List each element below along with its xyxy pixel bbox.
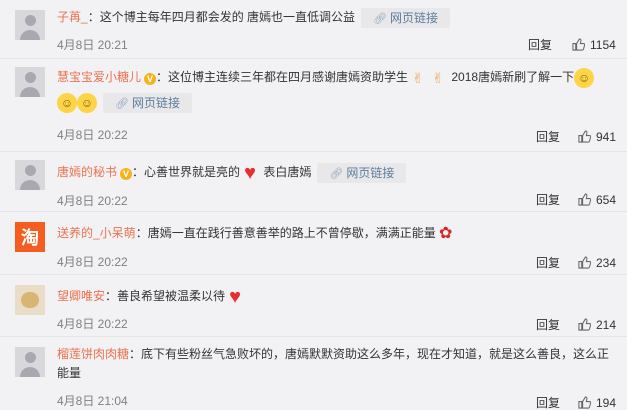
- comment-body-extra: 能量: [57, 366, 82, 380]
- web-link-label: 网页链接: [346, 165, 395, 180]
- heart-emoji: ♥︎: [229, 285, 241, 308]
- username-link[interactable]: 望卿唯安: [57, 289, 105, 303]
- web-link-label: 网页链接: [390, 10, 439, 25]
- avatar[interactable]: [15, 10, 45, 40]
- thumbs-up-icon[interactable]: [572, 38, 585, 51]
- comment-item: 子苒_：这个博主每年四月都会发的 唐嫣也一直低调公益 🔗︎ 网页链接 4月8日 20…: [0, 0, 627, 60]
- reply-button[interactable]: 回复: [536, 256, 560, 270]
- like-count[interactable]: 941: [596, 130, 616, 144]
- comment-text: 送养的_小呆萌：唐嫣一直在践行善意善举的路上不曾停歇，满满正能量 ✿︎: [57, 222, 617, 244]
- comment-date: 4月8日 20:22: [57, 128, 128, 142]
- link-icon: 🔗︎: [329, 167, 344, 180]
- comment-item: 榴莲饼肉肉糖：底下有些粉丝气急败坏的，唐嫣默默资助这么多年，现在才知道，就是这么…: [0, 337, 627, 410]
- web-link-button[interactable]: 🔗︎ 网页链接: [103, 92, 192, 113]
- comment-text: 慧宝宝爱小糖儿 V ：这位博主连续三年都在四月感谢唐嫣资助学生 ✌︎ ✌︎ 2018唐嫣…: [57, 66, 617, 88]
- grin-emoji: ☺︎: [57, 92, 77, 113]
- link-icon: 🔗︎: [373, 12, 387, 25]
- like-count[interactable]: 234: [596, 256, 616, 270]
- comment-body: ：这位博主连续三年都在四月感谢唐嫣资助学生: [156, 70, 409, 84]
- reply-button[interactable]: 回复: [536, 318, 560, 332]
- like-count[interactable]: 654: [596, 193, 616, 207]
- comment-body-extra: 2018唐嫣新刷了解一下: [451, 70, 575, 84]
- clapping-hands-emoji: ✌︎: [412, 69, 424, 86]
- web-link-button[interactable]: 🔗︎ 网页链接: [317, 162, 407, 183]
- username-link[interactable]: 唐嫣的秘书: [57, 165, 117, 179]
- rose-emoji: ✿︎: [439, 224, 453, 242]
- comment-body: ：这个博主每年四月都会发的 唐嫣也一直低调公益: [87, 10, 356, 24]
- comment-date: 4月8日 20:21: [57, 38, 128, 52]
- comment-date: 4月8日 20:22: [57, 255, 128, 269]
- thumbs-up-icon[interactable]: [578, 318, 591, 331]
- avatar[interactable]: [15, 285, 45, 315]
- thumbs-up-icon[interactable]: [578, 256, 591, 269]
- grin-emoji: ☺︎: [574, 67, 595, 88]
- username-link[interactable]: 送养的_小呆萌: [57, 226, 136, 240]
- comment-body: ：善良希望被温柔以待: [105, 289, 226, 303]
- avatar[interactable]: [15, 160, 45, 190]
- comment-date: 4月8日 20:22: [57, 317, 128, 331]
- comment-item: 淘 送养的_小呆萌：唐嫣一直在践行善意善举的路上不曾停歇，满满正能量 ✿︎ 4月8…: [0, 212, 627, 272]
- grin-emoji: ☺︎: [77, 92, 97, 113]
- thumbs-up-icon[interactable]: [578, 130, 591, 143]
- comment-date: 4月8日 20:22: [57, 194, 128, 208]
- verified-badge-icon: V: [120, 168, 133, 180]
- like-count[interactable]: 214: [596, 318, 616, 332]
- reply-button[interactable]: 回复: [536, 130, 560, 144]
- avatar[interactable]: [15, 347, 45, 377]
- avatar[interactable]: 淘: [15, 222, 45, 252]
- reply-button[interactable]: 回复: [528, 38, 552, 52]
- username-link[interactable]: 慧宝宝爱小糖儿: [57, 70, 141, 84]
- comment-item: 唐嫣的秘书 V ：心善世界就是亮的 ♥︎ 表白唐嫣 🔗︎ 网页链接 4月8日 20:22 …: [0, 152, 627, 212]
- web-link-button[interactable]: 🔗︎ 网页链接: [361, 7, 451, 28]
- comment-text: 子苒_：这个博主每年四月都会发的 唐嫣也一直低调公益 🔗︎ 网页链接: [57, 6, 617, 28]
- comment-text: 望卿唯安：善良希望被温柔以待 ♥︎: [57, 285, 617, 307]
- comment-body: ：唐嫣一直在践行善意善举的路上不曾停歇，满满正能量: [135, 226, 436, 240]
- username-link[interactable]: 榴莲饼肉肉糖: [57, 347, 129, 361]
- comment-body: ：心善世界就是亮的: [132, 165, 241, 179]
- verified-badge-icon: V: [144, 73, 157, 85]
- comment-text: 唐嫣的秘书 V ：心善世界就是亮的 ♥︎ 表白唐嫣 🔗︎ 网页链接: [57, 161, 617, 183]
- clapping-hands-emoji: ✌︎: [432, 69, 444, 86]
- comment-text-line2: ☺︎ ☺︎ 🔗︎ 网页链接: [57, 91, 617, 113]
- comment-date: 4月8日 21:04: [57, 394, 128, 408]
- comment-item: 慧宝宝爱小糖儿 V ：这位博主连续三年都在四月感谢唐嫣资助学生 ✌︎ ✌︎ 2018唐嫣…: [0, 59, 627, 144]
- taobao-logo-icon: 淘: [21, 228, 39, 248]
- comment-body: ：底下有些粉丝气急败坏的，唐嫣默默资助这么多年，现在才知道，就是这么善良，这么正: [129, 347, 610, 361]
- reply-button[interactable]: 回复: [536, 193, 560, 207]
- reply-button[interactable]: 回复: [536, 396, 560, 410]
- thumbs-up-icon[interactable]: [578, 193, 591, 206]
- comment-item: 望卿唯安：善良希望被温柔以待 ♥︎ 4月8日 20:22 回复 214: [0, 275, 627, 335]
- heart-emoji: ♥︎: [244, 161, 256, 184]
- thumbs-up-icon[interactable]: [578, 396, 591, 409]
- comment-text-line2: 能量: [57, 362, 617, 384]
- link-icon: 🔗︎: [115, 97, 129, 110]
- like-count[interactable]: 1154: [590, 38, 616, 52]
- avatar[interactable]: [15, 67, 45, 97]
- username-link[interactable]: 子苒_: [57, 10, 88, 24]
- comment-body-extra: 表白唐嫣: [263, 165, 312, 179]
- like-count[interactable]: 194: [596, 396, 616, 410]
- web-link-label: 网页链接: [131, 95, 180, 110]
